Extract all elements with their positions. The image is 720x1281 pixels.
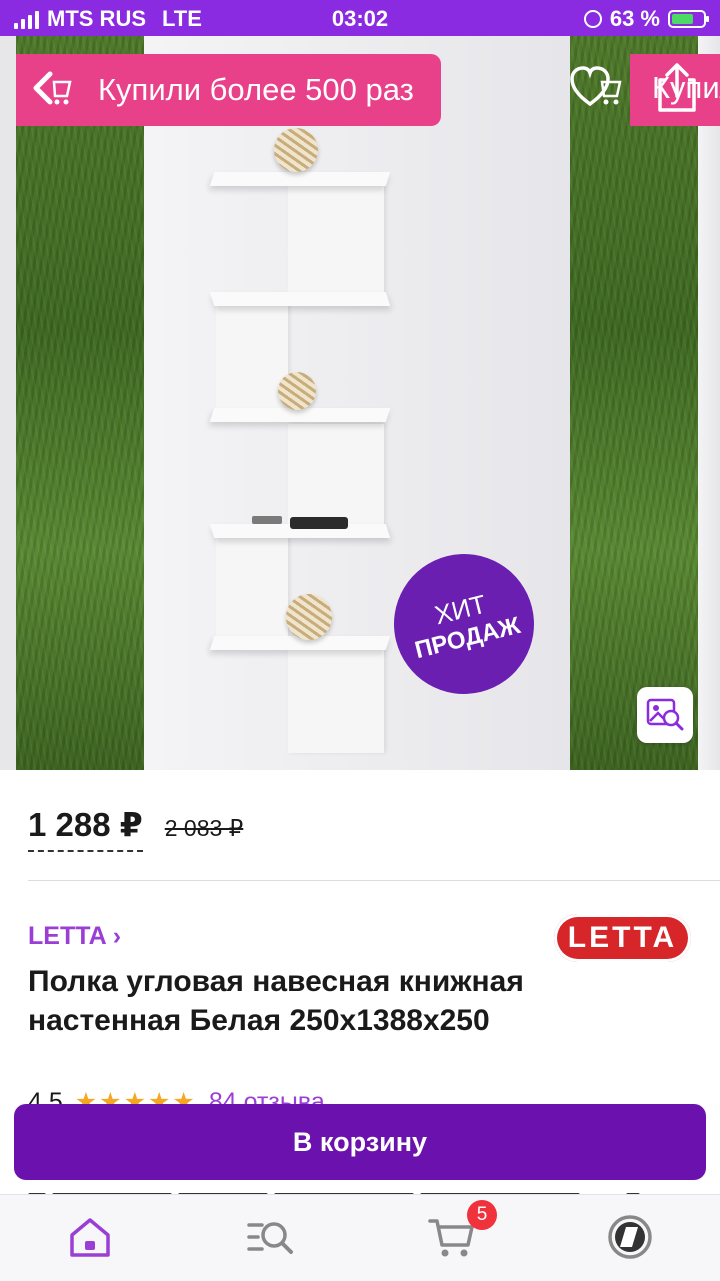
profile-icon [608,1215,652,1259]
tab-home[interactable] [66,1213,114,1261]
brand-logo[interactable]: LETTA [554,914,691,962]
cart-count-badge: 5 [467,1200,497,1230]
rotation-lock-icon [583,10,602,28]
product-title: Полка угловая навесная книжная настенная… [28,965,524,1037]
tab-catalog[interactable] [246,1213,294,1261]
old-price: 2 083 ₽ [164,815,244,841]
favorite-heart-icon [570,66,622,107]
product-image-gallery[interactable]: ХИТ ПРОДАЖ [0,36,720,770]
back-button[interactable] [28,66,76,114]
product-photo-shelf [0,36,720,770]
price-row: 1 288 ₽ 2 083 ₽ [28,805,243,852]
brand-link[interactable]: LETTA › [28,922,121,951]
promo-banner-text: Купили более 500 раз [98,72,414,107]
tab-profile[interactable] [606,1213,654,1261]
home-icon [70,1218,110,1257]
back-arrow-icon [33,71,72,105]
add-to-cart-button[interactable]: В корзину [14,1104,706,1180]
promo-banner: Купили более 500 раз [16,54,441,126]
share-icon [658,63,696,112]
status-bar: MTS RUS LTE 03:02 63 % [0,0,720,36]
status-right: 63 % [583,6,709,32]
battery-icon [668,10,709,28]
description-peek [28,1186,688,1194]
battery-percent: 63 % [609,6,660,31]
divider [28,880,720,881]
catalog-search-icon [247,1222,293,1254]
favorite-button[interactable] [568,60,624,116]
image-search-icon [646,698,684,731]
image-search-button[interactable] [637,687,693,743]
bottom-tab-bar [0,1194,720,1281]
share-button[interactable] [652,60,702,116]
current-price[interactable]: 1 288 ₽ [28,805,143,852]
